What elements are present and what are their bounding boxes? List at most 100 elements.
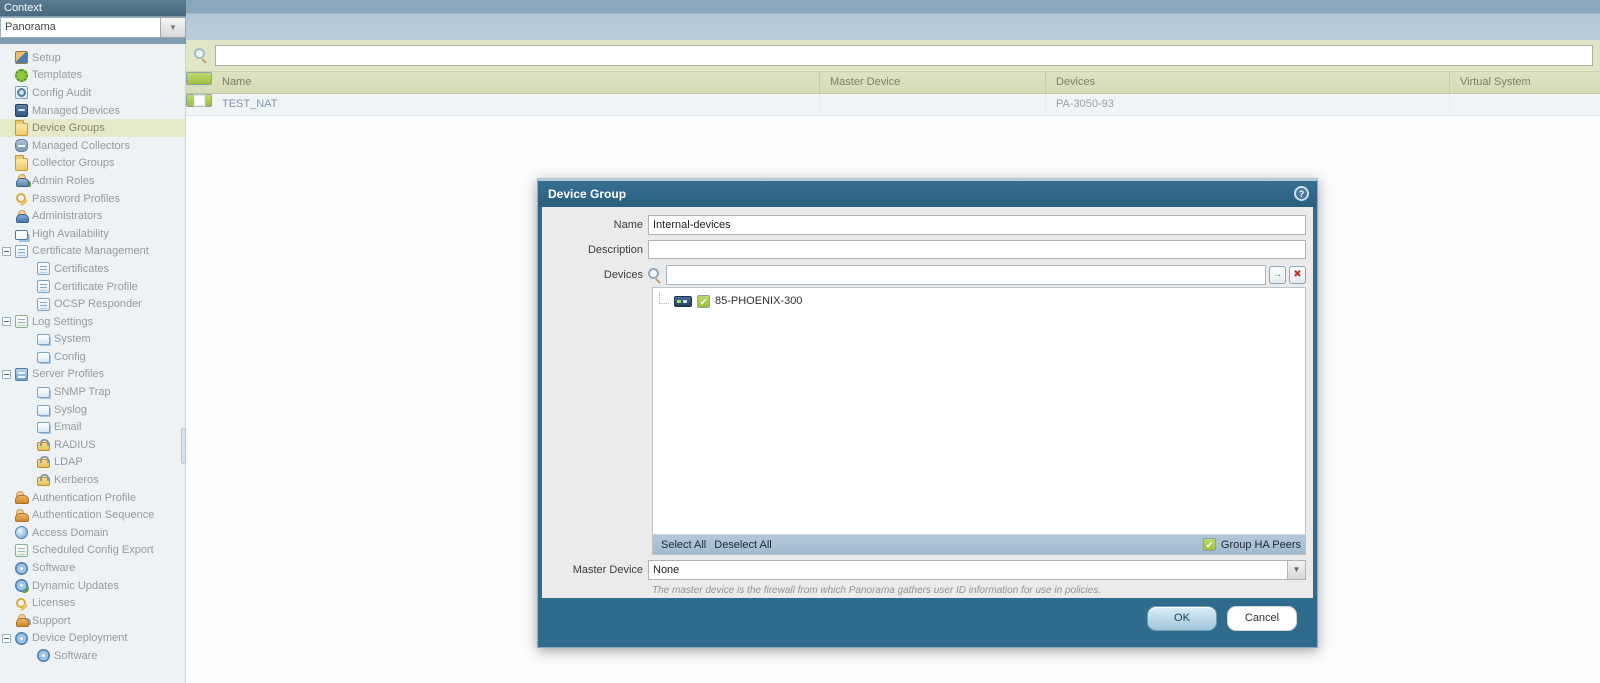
- sidebar-item-admin-roles[interactable]: Admin Roles: [0, 172, 185, 190]
- column-header-virtual-system[interactable]: Virtual System: [1450, 72, 1600, 93]
- name-field[interactable]: [648, 215, 1306, 235]
- managed-collectors-icon: [15, 139, 28, 153]
- device-checkbox[interactable]: ✔: [697, 294, 710, 308]
- chevron-down-icon[interactable]: ▼: [160, 17, 186, 38]
- sidebar-item-radius[interactable]: RADIUS: [0, 436, 185, 454]
- certificates-icon: [37, 262, 50, 276]
- setup-icon: [15, 51, 28, 65]
- cancel-button[interactable]: Cancel: [1227, 606, 1297, 631]
- sidebar-item-authentication-profile[interactable]: Authentication Profile: [0, 489, 185, 507]
- sidebar-item-access-domain[interactable]: Access Domain: [0, 524, 185, 542]
- help-icon[interactable]: ?: [1294, 186, 1309, 201]
- sidebar-item-kerberos[interactable]: Kerberos: [0, 471, 185, 489]
- sidebar-item-certificate-management[interactable]: Certificate Management: [0, 243, 185, 261]
- sidebar-item-device-deployment[interactable]: Device Deployment: [0, 630, 185, 648]
- sidebar-item-label: Password Profiles: [32, 192, 121, 205]
- device-tree-item[interactable]: ✔ 85-PHOENIX-300: [653, 292, 1305, 310]
- table-filter-input[interactable]: [215, 45, 1593, 66]
- server-profiles-icon: [15, 367, 28, 381]
- authentication-sequence-icon: [15, 508, 29, 522]
- devices-filter-input[interactable]: [666, 265, 1266, 285]
- config-icon: [37, 351, 50, 363]
- table-row[interactable]: TEST_NAT PA-3050-93: [186, 94, 1600, 116]
- sidebar-item-system[interactable]: System: [0, 331, 185, 349]
- sidebar-item-label: Support: [32, 614, 71, 627]
- deselect-all-button[interactable]: Deselect All: [714, 539, 771, 551]
- sidebar-item-password-profiles[interactable]: Password Profiles: [0, 190, 185, 208]
- sidebar-item-label: RADIUS: [54, 438, 96, 451]
- sidebar-item-label: Certificate Profile: [54, 280, 138, 293]
- sidebar-item-server-profiles[interactable]: Server Profiles: [0, 366, 185, 384]
- column-header-name[interactable]: Name: [212, 72, 820, 93]
- ok-button[interactable]: OK: [1147, 606, 1217, 631]
- sidebar-item-software[interactable]: Software: [0, 559, 185, 577]
- sidebar-item-label: Collector Groups: [32, 157, 115, 170]
- sidebar-item-scheduled-config-export[interactable]: Scheduled Config Export: [0, 542, 185, 560]
- sidebar-item-snmp-trap[interactable]: SNMP Trap: [0, 383, 185, 401]
- column-header-master-device[interactable]: Master Device: [820, 72, 1046, 93]
- sidebar-item-ocsp-responder[interactable]: OCSP Responder: [0, 295, 185, 313]
- group-ha-peers-checkbox[interactable]: ✔: [1202, 538, 1216, 551]
- sidebar-nav: Setup Templates Config Audit Managed Dev…: [0, 44, 186, 683]
- sidebar-item-label: Device Groups: [32, 122, 105, 135]
- context-selector[interactable]: Panorama ▼: [0, 17, 186, 38]
- dialog-title: Device Group: [548, 187, 627, 201]
- apply-filter-icon[interactable]: →: [1269, 266, 1286, 284]
- sidebar-item-certificate-profile[interactable]: Certificate Profile: [0, 278, 185, 296]
- log-settings-icon: [15, 315, 28, 329]
- select-all-button[interactable]: Select All: [661, 539, 706, 551]
- row-checkbox[interactable]: [192, 94, 206, 107]
- sidebar-item-label: System: [54, 333, 91, 346]
- device-group-name-link[interactable]: TEST_NAT: [212, 94, 820, 115]
- expand-collapse-icon[interactable]: [2, 317, 11, 327]
- sidebar-item-certificates[interactable]: Certificates: [0, 260, 185, 278]
- sidebar-item-dynamic-updates[interactable]: Dynamic Updates: [0, 577, 185, 595]
- sidebar-item-collector-groups[interactable]: Collector Groups: [0, 154, 185, 173]
- expand-collapse-icon[interactable]: [2, 369, 11, 379]
- master-device-label: Master Device: [572, 564, 643, 576]
- sidebar-item-administrators[interactable]: Administrators: [0, 207, 185, 225]
- sidebar-item-licenses[interactable]: Licenses: [0, 594, 185, 612]
- sidebar-item-managed-devices[interactable]: Managed Devices: [0, 102, 185, 120]
- sidebar-item-email[interactable]: Email: [0, 418, 185, 436]
- dialog-title-bar[interactable]: Device Group ?: [538, 181, 1317, 207]
- sidebar-item-label: Email: [54, 421, 82, 434]
- clear-filter-icon[interactable]: ✖: [1289, 266, 1306, 284]
- sidebar-item-device-groups[interactable]: Device Groups: [0, 119, 185, 137]
- expand-collapse-icon[interactable]: [2, 633, 11, 643]
- sidebar-item-support[interactable]: Support: [0, 612, 185, 630]
- system-icon: [37, 334, 50, 346]
- sidebar-item-log-settings[interactable]: Log Settings: [0, 313, 185, 331]
- master-device-value: None: [653, 564, 680, 576]
- kerberos-icon: [37, 474, 50, 487]
- chevron-down-icon[interactable]: ▼: [1287, 561, 1305, 579]
- column-header-devices[interactable]: Devices: [1046, 72, 1450, 93]
- search-icon: [648, 267, 663, 283]
- sidebar-item-config-audit[interactable]: Config Audit: [0, 84, 185, 102]
- sidebar-item-syslog[interactable]: Syslog: [0, 401, 185, 419]
- sidebar-item-label: Managed Devices: [32, 104, 121, 117]
- sidebar-item-setup[interactable]: Setup: [0, 49, 185, 67]
- table-filter-bar: [186, 40, 1600, 72]
- certificate-management-icon: [15, 244, 28, 258]
- collector-groups-icon: [15, 154, 28, 171]
- sidebar-item-software[interactable]: Software: [0, 647, 185, 665]
- master-device-dropdown[interactable]: None ▼: [648, 560, 1306, 580]
- description-field[interactable]: [648, 240, 1306, 259]
- templates-icon: [15, 68, 28, 82]
- sidebar-item-templates[interactable]: Templates: [0, 67, 185, 85]
- sidebar-item-high-availability[interactable]: High Availability: [0, 225, 185, 243]
- sidebar-item-authentication-sequence[interactable]: Authentication Sequence: [0, 506, 185, 524]
- row-devices: PA-3050-93: [1046, 94, 1450, 115]
- admin-roles-icon: [15, 174, 29, 188]
- ldap-icon: [37, 456, 50, 469]
- sidebar-item-label: Config: [54, 350, 86, 363]
- sidebar-item-label: Log Settings: [32, 315, 94, 328]
- scheduled-config-export-icon: [15, 543, 28, 557]
- context-selector-value[interactable]: Panorama: [0, 17, 160, 38]
- sidebar-item-ldap[interactable]: LDAP: [0, 454, 185, 472]
- email-icon: [37, 422, 50, 434]
- sidebar-item-managed-collectors[interactable]: Managed Collectors: [0, 137, 185, 155]
- sidebar-item-config[interactable]: Config: [0, 348, 185, 366]
- expand-collapse-icon[interactable]: [2, 246, 11, 256]
